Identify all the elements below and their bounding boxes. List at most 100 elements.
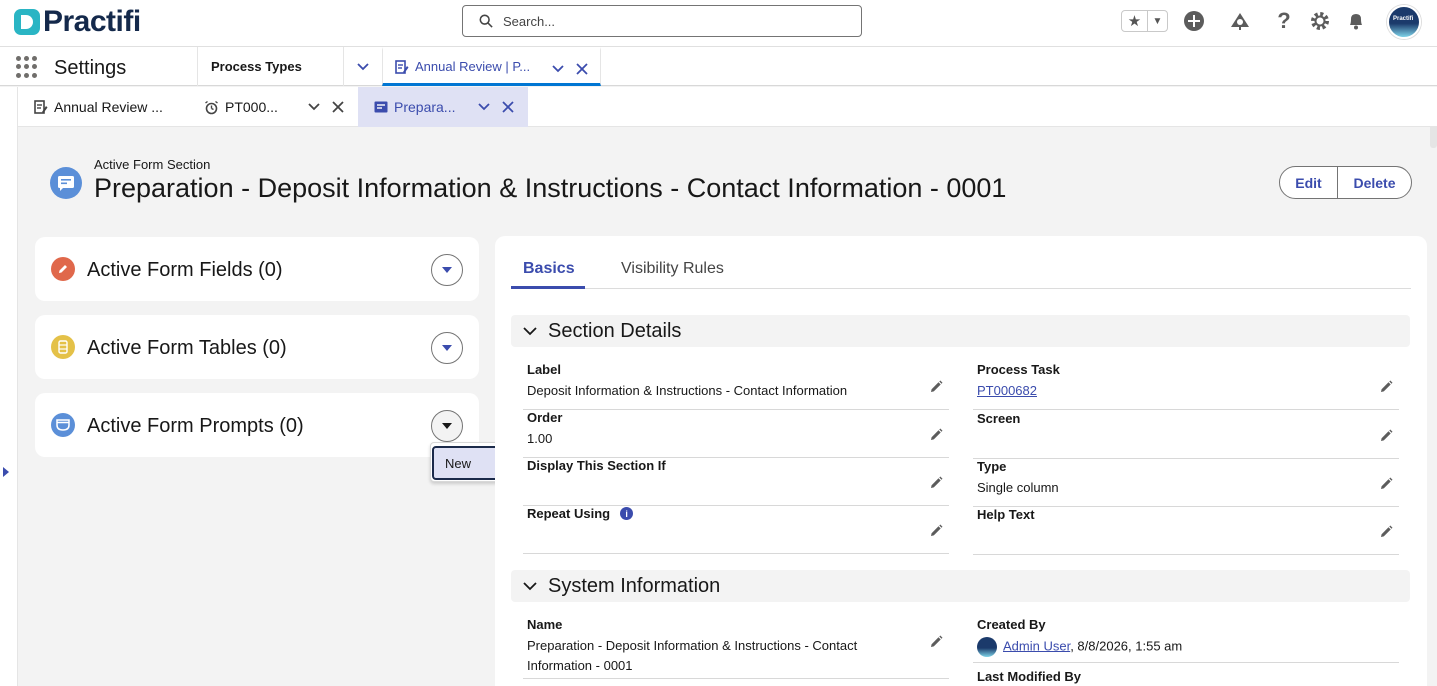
record-page-icon	[34, 100, 48, 114]
chevron-down-icon[interactable]	[552, 65, 564, 73]
chevron-down-icon	[356, 62, 369, 70]
edit-pencil-icon[interactable]	[1379, 429, 1393, 443]
edit-pencil-icon[interactable]	[929, 428, 943, 442]
subtab-annual-review[interactable]: Annual Review ...	[34, 87, 204, 127]
related-list-menu-button[interactable]	[431, 254, 463, 286]
info-icon[interactable]: i	[620, 507, 634, 520]
section-title: Section Details	[548, 319, 682, 342]
star-icon[interactable]: ★	[1122, 11, 1148, 31]
user-avatar[interactable]: Practifi	[1387, 5, 1421, 39]
record-type: Active Form Section	[94, 157, 211, 172]
nav-tab-label: Process Types	[211, 59, 302, 74]
favorites-dropdown-icon[interactable]: ▼	[1148, 11, 1167, 31]
tab-basics[interactable]: Basics	[523, 260, 575, 278]
app-navigation-bar: Settings Process Types Annual Review | P…	[0, 46, 1437, 86]
created-by-value: Admin User, 8/8/2026, 1:55 am	[977, 637, 1182, 657]
field-label-text: Help Text	[977, 507, 1035, 522]
edit-pencil-icon[interactable]	[1379, 380, 1393, 394]
related-list-title[interactable]: Active Form Tables (0)	[87, 337, 287, 360]
close-icon[interactable]	[502, 101, 514, 113]
edit-pencil-icon[interactable]	[929, 380, 943, 394]
field-label-text: Repeat Using	[527, 506, 611, 521]
nav-tab-dropdown[interactable]	[343, 47, 381, 86]
field-label-text: Order	[527, 410, 563, 425]
app-name: Settings	[54, 57, 127, 79]
field-screen: Screen	[973, 411, 1399, 459]
edit-pencil-icon[interactable]	[929, 635, 943, 649]
related-list-title[interactable]: Active Form Prompts (0)	[87, 415, 304, 438]
edit-pencil-icon[interactable]	[1379, 477, 1393, 491]
form-section-icon	[374, 101, 388, 113]
favorites-button-group[interactable]: ★ ▼	[1121, 10, 1168, 32]
add-icon[interactable]	[1183, 10, 1205, 32]
brand-name: Practifi	[43, 5, 141, 38]
practifi-logo[interactable]: Practifi	[14, 5, 141, 38]
gear-icon[interactable]	[1309, 10, 1331, 32]
help-icon[interactable]: ?	[1273, 8, 1295, 33]
setup-assistant-icon[interactable]	[1229, 10, 1251, 32]
form-section-icon	[50, 167, 82, 199]
field-display-this-section-if: Display This Section If	[523, 458, 949, 506]
chevron-down-icon[interactable]	[478, 103, 490, 111]
chevron-down-icon	[523, 326, 537, 336]
field-label-text: Last Modified By	[977, 669, 1082, 684]
process-task-link[interactable]: PT000682	[977, 383, 1037, 398]
edit-pencil-icon[interactable]	[929, 524, 943, 538]
subtab-process-task[interactable]: PT000...	[204, 87, 358, 127]
field-order: Order 1.00	[523, 410, 949, 458]
field-created-by: Created By Admin User, 8/8/2026, 1:55 am	[973, 617, 1399, 663]
close-icon[interactable]	[332, 101, 344, 113]
record-actions: Edit Delete	[1279, 166, 1412, 199]
field-help-text: Help Text	[973, 507, 1399, 555]
field-value: Deposit Information & Instructions - Con…	[527, 383, 848, 398]
delete-button[interactable]: Delete	[1338, 167, 1411, 198]
avatar-label: Practifi	[1393, 16, 1414, 22]
bell-icon[interactable]	[1345, 10, 1367, 32]
related-list-title[interactable]: Active Form Fields (0)	[87, 259, 283, 282]
search-input[interactable]: Search...	[462, 5, 862, 37]
system-information-header[interactable]: System Information	[511, 570, 1410, 602]
subtab-preparation[interactable]: Prepara...	[358, 87, 528, 127]
caret-down-icon	[442, 267, 452, 273]
related-list-menu-button[interactable]	[431, 410, 463, 442]
edit-pencil-icon[interactable]	[929, 476, 943, 490]
close-icon[interactable]	[576, 63, 588, 75]
subtab-label: Annual Review ...	[54, 99, 163, 115]
logo-mark-icon	[14, 9, 40, 35]
field-label-text: Display This Section If	[527, 458, 666, 473]
nav-tab-label: Annual Review | P...	[415, 59, 531, 74]
related-list-menu-button[interactable]	[431, 332, 463, 364]
created-by-user-link[interactable]: Admin User	[1003, 638, 1070, 653]
field-label-text: Screen	[977, 411, 1021, 426]
section-title: System Information	[548, 574, 721, 597]
caret-down-icon	[442, 423, 452, 429]
chevron-down-icon[interactable]	[308, 103, 320, 111]
table-icon	[51, 335, 75, 359]
edit-button[interactable]: Edit	[1280, 167, 1338, 198]
section-details-header[interactable]: Section Details	[511, 315, 1410, 347]
field-process-task: Process Task PT000682	[973, 362, 1399, 410]
app-launcher-icon[interactable]	[16, 56, 38, 78]
field-type: Type Single column	[973, 459, 1399, 507]
chevron-down-icon	[523, 581, 537, 591]
record-page-icon	[395, 59, 409, 74]
tab-visibility-rules[interactable]: Visibility Rules	[621, 260, 724, 278]
field-label-wrap: Repeat Using i	[527, 506, 634, 521]
related-list-form-prompts: Active Form Prompts (0)	[35, 393, 479, 457]
edit-pencil-icon[interactable]	[1379, 525, 1393, 539]
nav-tab-annual-review[interactable]: Annual Review | P...	[382, 47, 601, 86]
field-label-text: Created By	[977, 617, 1046, 632]
active-tab-indicator	[511, 286, 585, 289]
page-title: Preparation - Deposit Information & Inst…	[94, 173, 1007, 203]
field-label-text: Name	[527, 617, 563, 632]
expand-rail-icon[interactable]	[3, 467, 9, 477]
record-detail-panel: Basics Visibility Rules Section Details …	[495, 236, 1427, 686]
field-label-text: Process Task	[977, 362, 1060, 377]
related-list-form-tables: Active Form Tables (0)	[35, 315, 479, 379]
nav-tab-process-types[interactable]: Process Types	[197, 47, 343, 86]
field-value-line-1: Preparation - Deposit Information & Inst…	[527, 638, 858, 653]
tabs-divider	[511, 288, 1411, 289]
utility-rail	[0, 87, 18, 686]
subtab-label: Prepara...	[394, 99, 456, 115]
related-list-form-fields: Active Form Fields (0)	[35, 237, 479, 301]
